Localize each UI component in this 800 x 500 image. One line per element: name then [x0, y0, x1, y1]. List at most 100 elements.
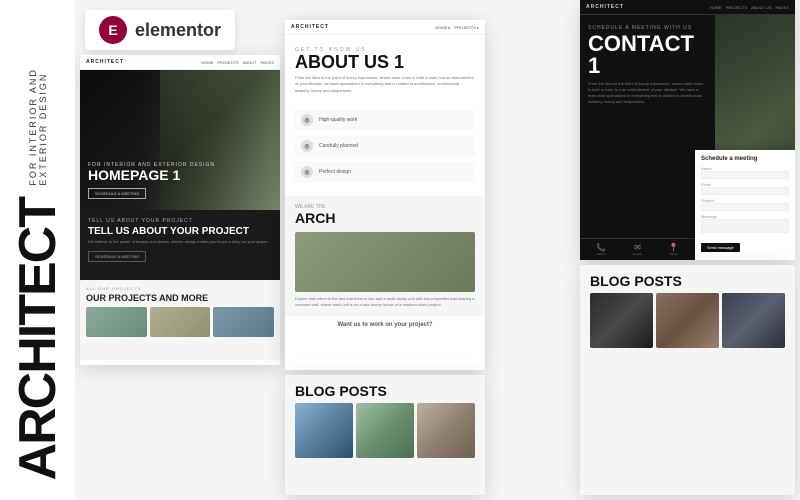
location-icon: 📍 — [657, 243, 691, 252]
elementor-badge: E elementor — [85, 10, 235, 50]
footer-address-text: Studio — [657, 252, 691, 256]
arch-section: WE ARE THE ARCH Duplex that refers to th… — [285, 196, 485, 316]
sidebar-tagline: FOR INTERIOR AND EXTERIOR DESIGN — [28, 20, 48, 186]
footer-call: 📞 Call Us — [584, 243, 618, 256]
contact-nav-logo: ARCHITECT — [586, 4, 624, 10]
about-nav-link-projects: PROJECTS ▸ — [455, 25, 479, 30]
contact-nav-links: HOME PROJECTS ABOUT US PAGES — [710, 5, 789, 10]
blog1-images — [285, 403, 485, 464]
strip-image-2 — [150, 307, 211, 337]
feature-icon-2: ◎ — [301, 140, 313, 152]
homepage-bottom-strip: ALL OUR PROJECTS OUR PROJECTS AND MORE — [80, 280, 280, 360]
email-icon: ✉ — [620, 243, 654, 252]
feature-text-1: High-quality work — [319, 117, 357, 123]
homepage-nav-link-about: ABOUT — [243, 60, 257, 65]
contact-nav-link-about: ABOUT US — [751, 5, 771, 10]
panel-about: ARCHITECT HOME ▸ PROJECTS ▸ GET TO KNOW … — [285, 20, 485, 370]
project-btn[interactable]: SCHEDULE A MEETING — [88, 251, 146, 262]
hero-title: HOMEPAGE 1 — [88, 168, 215, 182]
about-title: ABOUT US 1 — [295, 53, 475, 71]
left-sidebar: FOR INTERIOR AND EXTERIOR DESIGN ARCHITE… — [0, 0, 75, 500]
elementor-label: elementor — [135, 20, 221, 41]
arch-text: Duplex that refers to the fact that ther… — [295, 296, 475, 308]
homepage-nav-link-home: HOME — [201, 60, 213, 65]
footer-email: ✉ Emails — [620, 243, 654, 256]
about-header: GET TO KNOW US ABOUT US 1 From the idea … — [285, 35, 485, 102]
blog1-image-3 — [417, 403, 475, 458]
form-input-message[interactable] — [701, 219, 789, 233]
about-text: From the idea to the point of luxury exp… — [295, 75, 475, 94]
features-list: ◎ High-quality work ◎ Carefully planned … — [285, 102, 485, 196]
about-cta-section: Want us to work on your project? — [285, 316, 485, 334]
homepage-nav: ARCHITECT HOME PROJECTS ABOUT PAGES — [80, 55, 280, 70]
about-nav-links: HOME ▸ PROJECTS ▸ — [435, 25, 479, 30]
main-content: E elementor ARCHITECT HOME PROJECTS ABOU… — [75, 0, 800, 500]
panel-blog1: BLOG POSTS — [285, 375, 485, 495]
phone-icon: 📞 — [584, 243, 618, 252]
strip-image-3 — [213, 307, 274, 337]
form-input-name[interactable] — [701, 171, 789, 179]
blog1-title: BLOG POSTS — [295, 383, 475, 399]
feature-item-2: ◎ Carefully planned — [295, 136, 475, 156]
form-title: Schedule a meeting — [701, 156, 789, 162]
contact-nav-link-home: HOME — [710, 5, 722, 10]
about-nav: ARCHITECT HOME ▸ PROJECTS ▸ — [285, 20, 485, 35]
contact-nav-link-projects: PROJECTS — [726, 5, 747, 10]
panel-contact: ARCHITECT HOME PROJECTS ABOUT US PAGES S… — [580, 0, 795, 260]
feature-text-2: Carefully planned — [319, 143, 358, 149]
blog1-image-1 — [295, 403, 353, 458]
project-text: We believe in the power of beauty and st… — [88, 239, 272, 245]
feature-icon-1: ◎ — [301, 114, 313, 126]
form-field-subject: Subject — [701, 198, 789, 211]
contact-title: CONTACT 1 — [588, 33, 707, 77]
project-label: TELL US ABOUT YOUR PROJECT — [88, 218, 272, 224]
about-nav-logo: ARCHITECT — [291, 24, 329, 30]
panel-blog2: BLOG POSTS — [580, 265, 795, 495]
contact-form: Schedule a meeting Name Email Subject Me… — [695, 150, 795, 260]
contact-footer: 📞 Call Us ✉ Emails 📍 Studio — [580, 238, 695, 260]
form-field-name: Name — [701, 166, 789, 179]
hero-text-overlay: FOR INTERIOR AND EXTERIOR DESIGN HOMEPAG… — [88, 162, 215, 200]
blog2-title: BLOG POSTS — [590, 273, 785, 289]
feature-item-3: ◎ Perfect design — [295, 162, 475, 182]
arch-title: ARCH — [295, 210, 475, 226]
homepage-project-section: TELL US ABOUT YOUR PROJECT TELL US ABOUT… — [80, 210, 280, 280]
feature-icon-3: ◎ — [301, 166, 313, 178]
contact-nav: ARCHITECT HOME PROJECTS ABOUT US PAGES — [580, 0, 795, 15]
about-cta-text: Want us to work on your project? — [295, 322, 475, 328]
strip-title: OUR PROJECTS AND MORE — [86, 293, 274, 303]
footer-call-text: Call Us — [584, 252, 618, 256]
blog2-image-1 — [590, 293, 653, 348]
feature-text-3: Perfect design — [319, 169, 351, 175]
panel-homepage: ARCHITECT HOME PROJECTS ABOUT PAGES FOR … — [80, 55, 280, 365]
homepage-hero: FOR INTERIOR AND EXTERIOR DESIGN HOMEPAG… — [80, 70, 280, 210]
contact-nav-link-pages: PAGES — [776, 5, 790, 10]
project-heading: TELL US ABOUT YOUR PROJECT — [88, 226, 272, 237]
homepage-nav-link-pages: PAGES — [261, 60, 275, 65]
about-nav-link-home: HOME ▸ — [435, 25, 450, 30]
screenshots-container: E elementor ARCHITECT HOME PROJECTS ABOU… — [75, 0, 800, 500]
form-input-email[interactable] — [701, 187, 789, 195]
blog2-images — [580, 293, 795, 354]
form-field-email: Email — [701, 182, 789, 195]
blog1-header: BLOG POSTS — [285, 375, 485, 403]
sidebar-brand: ARCHITECT — [12, 198, 64, 480]
homepage-nav-link-projects: PROJECTS — [217, 60, 238, 65]
footer-email-text: Emails — [620, 252, 654, 256]
hero-cta-button[interactable]: SCHEDULE A MEETING — [88, 188, 146, 199]
blog2-image-3 — [722, 293, 785, 348]
footer-address: 📍 Studio — [657, 243, 691, 256]
form-field-message: Message — [701, 214, 789, 233]
homepage-nav-logo: ARCHITECT — [86, 59, 124, 65]
elementor-icon: E — [99, 16, 127, 44]
blog2-header: BLOG POSTS — [580, 265, 795, 293]
form-submit-button[interactable]: Send message — [701, 243, 740, 252]
homepage-nav-links: HOME PROJECTS ABOUT PAGES — [201, 60, 274, 65]
feature-item-1: ◎ High-quality work — [295, 110, 475, 130]
blog2-image-2 — [656, 293, 719, 348]
strip-images — [86, 307, 274, 337]
arch-image — [295, 232, 475, 292]
strip-image-1 — [86, 307, 147, 337]
form-input-subject[interactable] — [701, 203, 789, 211]
contact-text: From the idea to the birth of luxury exp… — [588, 81, 707, 105]
